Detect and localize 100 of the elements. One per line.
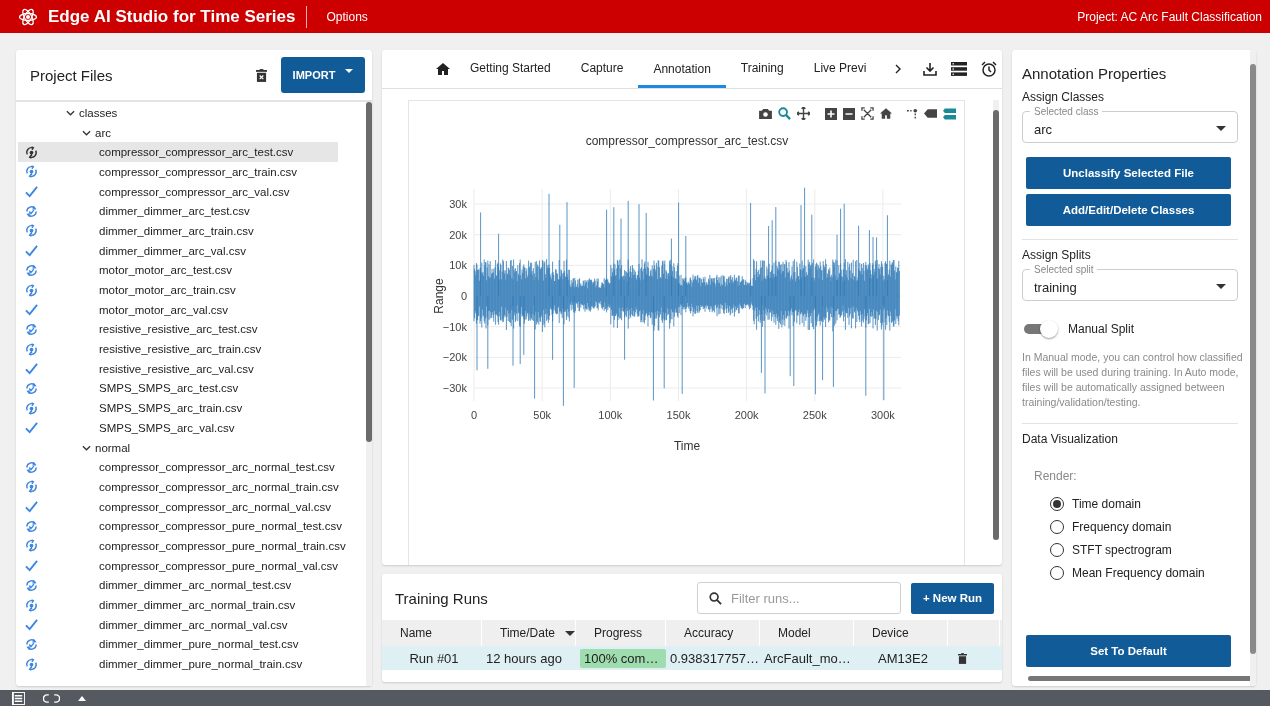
- molecule-logo-icon: [18, 6, 38, 27]
- scrollbar-thumb[interactable]: [366, 102, 372, 442]
- chevron-icon: [82, 444, 91, 451]
- file-item[interactable]: dimmer_dimmer_arc_normal_val.csv: [18, 614, 338, 635]
- checkmark-icon: [25, 362, 38, 376]
- axis-tick-label: 10k: [449, 259, 467, 272]
- sync-check-icon: [25, 519, 38, 533]
- file-item[interactable]: compressor_compressor_pure_normal_train.csv: [18, 536, 350, 556]
- tab[interactable]: Capture: [565, 50, 639, 88]
- home-icon[interactable]: [880, 108, 892, 119]
- folder-item[interactable]: classes: [18, 103, 366, 123]
- sync-check-icon: [25, 460, 38, 474]
- sync-dot-icon: [25, 145, 38, 159]
- section-heading: Assign Splits: [1022, 248, 1092, 262]
- tab[interactable]: Training: [725, 50, 799, 88]
- file-item[interactable]: motor_motor_arc_train.csv: [18, 280, 338, 300]
- tab[interactable]: Live Previ: [798, 50, 882, 88]
- scrollbar-thumb[interactable]: [1250, 64, 1256, 654]
- radio-option[interactable]: Mean Frequency domain: [1050, 565, 1246, 581]
- chevron-right-icon[interactable]: [895, 64, 902, 74]
- radio-option[interactable]: Time domain: [1050, 496, 1246, 512]
- progress-bar: 100% com…: [580, 648, 666, 668]
- folder-item[interactable]: arc: [18, 122, 366, 143]
- tab[interactable]: Getting Started: [455, 50, 566, 88]
- axis-tick-label: 250k: [802, 409, 827, 421]
- sync-dot-icon: [25, 598, 38, 612]
- scrollbar-thumb[interactable]: [1028, 676, 1253, 681]
- file-item[interactable]: dimmer_dimmer_arc_test.csv: [18, 201, 338, 222]
- sync-dot-icon: [25, 657, 38, 671]
- file-item[interactable]: resistive_resistive_arc_val.csv: [18, 358, 338, 379]
- radio-option[interactable]: STFT spectrogram: [1050, 542, 1246, 558]
- file-item[interactable]: compressor_compressor_arc_normal_train.csv: [18, 477, 343, 497]
- file-item[interactable]: dimmer_dimmer_pure_normal_test.csv: [18, 634, 338, 655]
- file-item[interactable]: motor_motor_arc_test.csv: [18, 260, 338, 281]
- file-item[interactable]: motor_motor_arc_val.csv: [18, 299, 338, 320]
- folder-item[interactable]: normal: [18, 437, 366, 458]
- delete-icon[interactable]: [256, 68, 267, 82]
- file-item[interactable]: dimmer_dimmer_arc_normal_train.csv: [18, 595, 338, 615]
- sync-dot-icon: [25, 224, 38, 238]
- sync-dot-icon: [25, 165, 38, 179]
- sync-dot-icon: [25, 342, 38, 356]
- file-item[interactable]: resistive_resistive_arc_test.csv: [18, 319, 338, 340]
- checkmark-icon: [25, 244, 38, 258]
- hover-label-icon[interactable]: [924, 109, 937, 118]
- link-icon[interactable]: [43, 693, 60, 703]
- table-cell-text: ArcFault_mo…: [763, 649, 852, 668]
- file-item[interactable]: dimmer_dimmer_arc_val.csv: [18, 240, 338, 261]
- project-name: Project: AC Arc Fault Classification: [1077, 9, 1262, 24]
- description-text: In Manual mode, you can control how classified files will be used during training. In Auto mode, files will be automatically assigned between training/validation/testing.: [1022, 350, 1244, 410]
- file-item[interactable]: compressor_compressor_arc_val.csv: [18, 181, 338, 202]
- scrollbar-thumb[interactable]: [993, 110, 999, 540]
- file-item[interactable]: compressor_compressor_arc_test.csv: [18, 142, 338, 163]
- axis-tick-label: 100k: [598, 409, 623, 421]
- file-item[interactable]: compressor_compressor_arc_normal_val.csv: [18, 496, 338, 517]
- home-icon[interactable]: [436, 63, 450, 75]
- file-item[interactable]: dimmer_dimmer_pure_normal_train.csv: [18, 654, 338, 674]
- caret-down-icon: [345, 69, 354, 73]
- sort-caret-icon[interactable]: [564, 630, 575, 636]
- table-row[interactable]: Run #01 12 hours ago 100% com… 0.938317757… ArcFault_mo… AM13E2: [382, 646, 1002, 670]
- tab[interactable]: Annotation: [638, 50, 726, 88]
- checkmark-icon: [25, 421, 38, 435]
- caret-up-icon[interactable]: [78, 695, 86, 701]
- zoom-out-icon[interactable]: [843, 107, 855, 120]
- options-menu[interactable]: Options: [326, 9, 368, 24]
- file-item[interactable]: dimmer_dimmer_arc_train.csv: [18, 221, 338, 241]
- file-item[interactable]: compressor_compressor_pure_normal_val.csv: [18, 555, 343, 576]
- pan-icon[interactable]: [797, 107, 810, 120]
- checkmark-icon: [25, 618, 38, 632]
- zoom-in-icon[interactable]: [825, 107, 837, 120]
- set-default-button[interactable]: Set To Default: [1026, 635, 1231, 667]
- render-label: Render:: [1034, 469, 1078, 483]
- zoom-icon[interactable]: [778, 107, 791, 120]
- delete-icon[interactable]: [958, 652, 967, 664]
- dropdown-caret-icon: [1216, 126, 1226, 131]
- file-item[interactable]: compressor_compressor_arc_normal_test.csv: [18, 457, 339, 478]
- new-run-button[interactable]: + New Run: [911, 582, 994, 614]
- compare-labels-icon[interactable]: [943, 107, 956, 120]
- file-item[interactable]: resistive_resistive_arc_train.csv: [18, 339, 338, 359]
- file-item[interactable]: compressor_compressor_arc_train.csv: [18, 162, 338, 182]
- filter-field[interactable]: Filter runs...: [697, 582, 901, 614]
- sync-check-icon: [25, 204, 38, 218]
- list-icon[interactable]: [951, 62, 968, 76]
- camera-icon[interactable]: [759, 108, 772, 119]
- file-item[interactable]: SMPS_SMPS_arc_val.csv: [18, 418, 338, 438]
- sync-dot-icon: [25, 283, 38, 297]
- document-list-icon[interactable]: [12, 691, 25, 705]
- download-icon[interactable]: [923, 62, 938, 76]
- alarm-clock-icon[interactable]: [981, 61, 998, 77]
- file-item[interactable]: compressor_compressor_pure_normal_test.csv: [18, 516, 346, 537]
- axis-tick-label: 0: [470, 409, 478, 421]
- x-axis-title: Time: [673, 439, 701, 453]
- file-item[interactable]: dimmer_dimmer_arc_normal_test.csv: [18, 575, 338, 596]
- action-button[interactable]: Unclassify Selected File: [1026, 157, 1231, 189]
- radio-option[interactable]: Frequency domain: [1050, 519, 1246, 535]
- file-item[interactable]: SMPS_SMPS_arc_test.csv: [18, 378, 338, 399]
- file-item[interactable]: SMPS_SMPS_arc_train.csv: [18, 398, 338, 418]
- spike-lines-icon[interactable]: [907, 108, 918, 119]
- autoscale-icon[interactable]: [861, 107, 874, 120]
- action-button[interactable]: Add/Edit/Delete Classes: [1026, 194, 1231, 226]
- import-button[interactable]: IMPORT: [281, 57, 365, 93]
